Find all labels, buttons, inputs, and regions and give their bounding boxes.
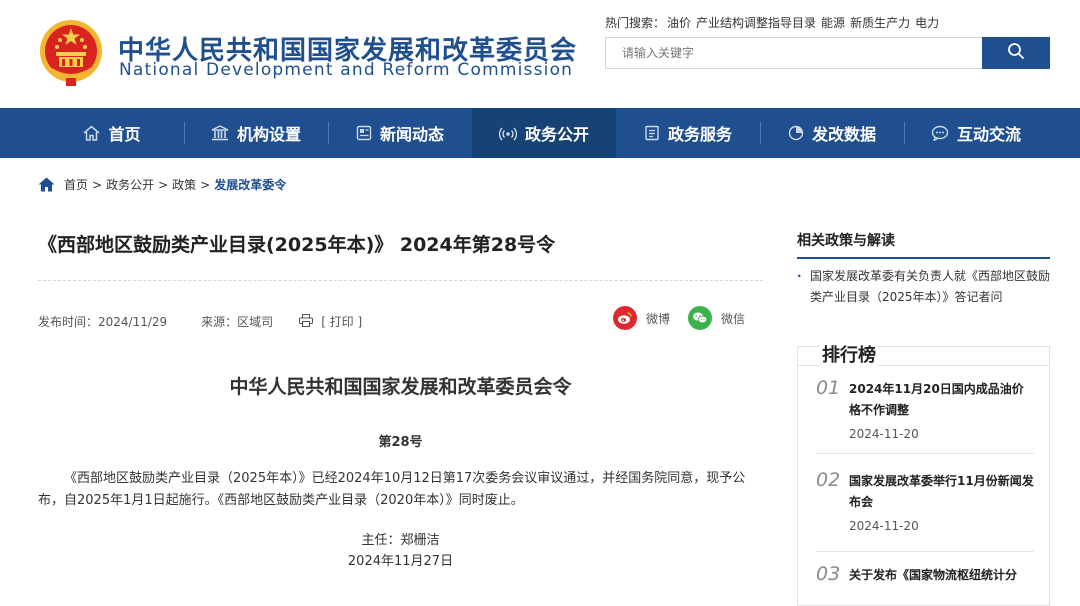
site-header: 中华人民共和国国家发展和改革委员会 National Development a… xyxy=(0,0,1080,108)
nav-item-services[interactable]: 政务服务 xyxy=(616,108,760,158)
ranking-item-title: 国家发展改革委举行11月份新闻发布会 xyxy=(849,474,1034,509)
nav-item-data[interactable]: 发改数据 xyxy=(760,108,904,158)
nav-item-home[interactable]: 首页 xyxy=(40,108,184,158)
nav-item-interaction[interactable]: 互动交流 xyxy=(904,108,1048,158)
hot-search-term[interactable]: 能源 xyxy=(821,16,845,30)
service-icon xyxy=(644,125,660,141)
order-date: 2024年11月27日 xyxy=(347,554,454,569)
breadcrumb-item[interactable]: 首页 xyxy=(64,176,88,193)
ranking-number: 01 xyxy=(816,377,841,399)
search-button[interactable] xyxy=(982,37,1050,69)
breadcrumb-item[interactable]: 政务公开 xyxy=(106,176,154,193)
nav-item-label: 互动交流 xyxy=(956,125,1021,144)
ranking-item-date: 2024-11-20 xyxy=(849,427,919,441)
related-policies-title: 相关政策与解读 xyxy=(797,233,895,249)
home-icon[interactable] xyxy=(38,177,55,192)
institution-icon xyxy=(211,125,229,141)
nav-item-label: 政务服务 xyxy=(667,125,732,144)
ranking-item-title: 2024年11月20日国内成品油价格不作调整 xyxy=(849,382,1024,417)
breadcrumb-separator: > xyxy=(92,177,103,192)
order-title: 中华人民共和国国家发展和改革委员会令 xyxy=(229,376,572,398)
article-source: 来源：区域司 xyxy=(201,315,274,329)
hot-search-label: 热门搜索： xyxy=(605,16,666,30)
order-number: 第28号 xyxy=(378,435,423,450)
nav-item-institutions[interactable]: 机构设置 xyxy=(184,108,328,158)
related-policy-link[interactable]: 国家发展改革委有关负责人就《西部地区鼓励类产业目录（2025年本）》答记者问 xyxy=(797,266,1050,308)
hot-search-term[interactable]: 电力 xyxy=(915,16,939,30)
nav-item-news[interactable]: 新闻动态 xyxy=(328,108,472,158)
broadcast-icon xyxy=(498,125,517,141)
share-weibo-button[interactable]: 微博 xyxy=(613,306,670,330)
related-divider xyxy=(797,257,1050,259)
ranking-number: 03 xyxy=(816,563,841,585)
title-divider xyxy=(38,280,763,281)
nav-item-label: 机构设置 xyxy=(236,125,301,144)
breadcrumb-separator: > xyxy=(158,177,169,192)
breadcrumb-current[interactable]: 发展改革委令 xyxy=(214,176,286,193)
ranking-title: 排行榜 xyxy=(820,341,878,367)
nav-item-government-affairs[interactable]: 政务公开 xyxy=(472,108,616,158)
article-meta: 发布时间：2024/11/29 来源：区域司 [ 打印 ] xyxy=(38,313,362,330)
share-wechat-label: 微信 xyxy=(721,311,746,326)
nav-item-label: 政务公开 xyxy=(524,125,589,144)
ranking-separator xyxy=(816,453,1034,454)
ranking-number: 02 xyxy=(816,469,841,491)
ranking-item-date: 2024-11-20 xyxy=(849,519,919,533)
hot-search-term[interactable]: 新质生产力 xyxy=(850,16,910,30)
print-label: [ 打印 ] xyxy=(321,315,363,329)
print-button[interactable]: [ 打印 ] xyxy=(299,313,362,330)
wechat-icon xyxy=(688,306,712,330)
ranking-panel: 排行榜 01 2024年11月20日国内成品油价格不作调整 2024-11-20… xyxy=(797,341,1050,606)
ranking-separator xyxy=(816,551,1034,552)
ranking-item-title: 关于发布《国家物流枢纽统计分 xyxy=(849,568,1018,582)
nav-item-label: 首页 xyxy=(108,125,141,144)
news-icon xyxy=(356,125,372,141)
search-icon xyxy=(1007,42,1025,64)
printer-icon xyxy=(299,313,314,330)
breadcrumb: 首页 > 政务公开 > 政策 > 发展改革委令 xyxy=(38,176,286,193)
nav-item-label: 发改数据 xyxy=(811,125,876,144)
chat-icon xyxy=(931,125,949,141)
search-input[interactable] xyxy=(606,38,984,68)
share-weibo-label: 微博 xyxy=(646,311,671,326)
share-wechat-button[interactable]: 微信 xyxy=(688,306,745,330)
nav-item-label: 新闻动态 xyxy=(379,125,444,144)
hot-search: 热门搜索： 油价 产业结构调整指导目录 能源 新质生产力 电力 xyxy=(605,14,944,31)
home-icon xyxy=(83,125,100,141)
publish-time: 发布时间：2024/11/29 xyxy=(38,315,168,329)
breadcrumb-item[interactable]: 政策 xyxy=(172,176,196,193)
main-nav: 首页 机构设置 新闻动态 政务公开 政务服务 发改数据 互动交流 xyxy=(0,108,1080,158)
site-title-en[interactable]: National Development and Reform Commissi… xyxy=(119,60,573,80)
breadcrumb-separator: > xyxy=(200,177,211,192)
order-signer: 主任：郑栅洁 xyxy=(361,533,440,548)
national-emblem-icon[interactable] xyxy=(38,18,104,88)
search-box xyxy=(605,37,1050,69)
article-title: 《西部地区鼓励类产业目录(2025年本)》 2024年第28号令 xyxy=(38,234,556,256)
hot-search-term[interactable]: 产业结构调整指导目录 xyxy=(696,16,816,30)
weibo-icon xyxy=(613,306,637,330)
order-body: 《西部地区鼓励类产业目录（2025年本）》已经2024年10月12日第17次委务… xyxy=(38,471,746,508)
hot-search-term[interactable]: 油价 xyxy=(667,16,691,30)
chart-icon xyxy=(788,125,804,141)
